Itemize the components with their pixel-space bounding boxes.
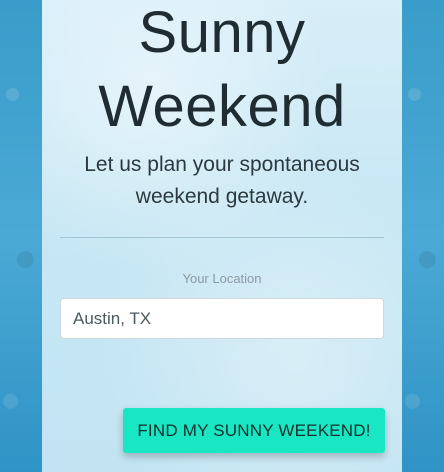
background-left	[0, 0, 42, 472]
subtitle-line-2: weekend getaway.	[135, 185, 309, 208]
page-title-line-1: Sunny	[138, 0, 306, 65]
find-sunny-weekend-button[interactable]: FIND MY SUNNY WEEKEND!	[123, 408, 385, 453]
content-panel: Sunny Weekend Let us plan your spontaneo…	[42, 0, 402, 472]
subtitle-line-1: Let us plan your spontaneous	[84, 153, 360, 176]
location-label: Your Location	[182, 271, 262, 286]
page-title-line-2: Weekend	[98, 74, 346, 139]
location-input[interactable]	[60, 298, 384, 339]
background-right	[402, 0, 444, 472]
section-divider	[60, 237, 384, 238]
